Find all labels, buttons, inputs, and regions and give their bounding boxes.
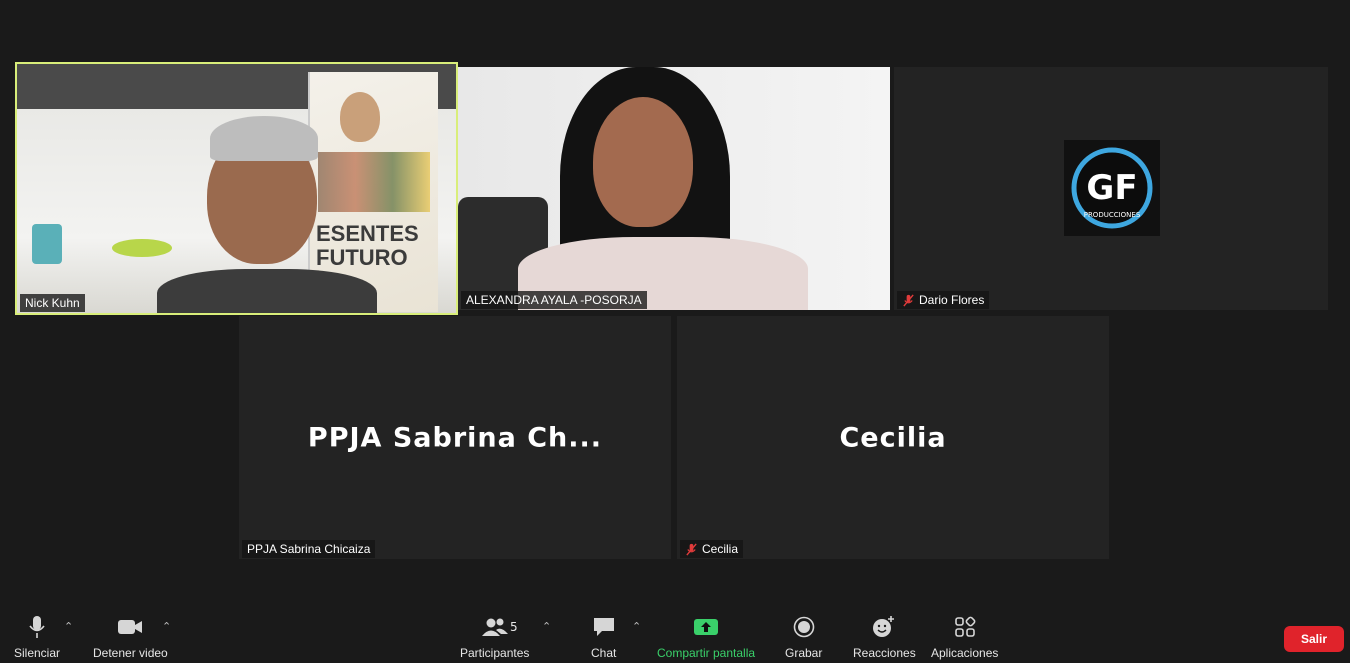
chat-bubble-icon <box>593 618 614 636</box>
share-screen-button[interactable]: Compartir pantalla <box>657 614 755 660</box>
video-options-chevron-icon[interactable]: ⌃ <box>162 620 171 633</box>
participants-count: 5 <box>510 620 518 634</box>
participant-name-tag: Nick Kuhn <box>20 294 85 312</box>
chat-button[interactable]: Chat <box>591 614 616 660</box>
poster-text-2: FUTURO <box>316 245 408 270</box>
mute-label: Silenciar <box>14 646 61 660</box>
participant-name: ALEXANDRA AYALA -POSORJA <box>466 293 642 307</box>
apps-grid-icon <box>954 616 976 637</box>
share-screen-icon <box>694 619 719 635</box>
svg-text:PRODUCCIONES: PRODUCCIONES <box>1084 211 1141 219</box>
reactions-button[interactable]: Reacciones <box>853 614 916 660</box>
participant-name: Cecilia <box>702 542 739 556</box>
svg-text:GF: GF <box>1086 168 1137 208</box>
video-feed <box>458 67 890 310</box>
participant-name-tag: PPJA Sabrina Chicaiza <box>242 540 376 558</box>
meeting-toolbar: Silenciar ⌃ Detener video ⌃ Participante… <box>0 606 1350 663</box>
person-alexandra <box>593 97 693 227</box>
record-label: Grabar <box>785 646 823 660</box>
stop-video-button[interactable]: Detener video <box>93 614 168 660</box>
participants-label: Participantes <box>460 646 530 660</box>
chat-label: Chat <box>591 646 617 660</box>
microphone-icon <box>29 616 45 638</box>
leave-meeting-button[interactable]: Salir <box>1284 626 1344 652</box>
participant-name: Nick Kuhn <box>25 296 80 310</box>
video-tile-cecilia[interactable]: Cecilia Cecilia <box>677 316 1109 559</box>
audio-options-chevron-icon[interactable]: ⌃ <box>64 620 73 633</box>
video-tile-dario-flores[interactable]: GF PRODUCCIONES Dario Flores <box>894 67 1328 310</box>
video-tile-alexandra-ayala[interactable]: ALEXANDRA AYALA -POSORJA <box>458 67 890 310</box>
video-label: Detener video <box>93 646 168 660</box>
participant-name: Dario Flores <box>919 293 985 307</box>
chat-options-chevron-icon[interactable]: ⌃ <box>632 620 641 633</box>
participants-options-chevron-icon[interactable]: ⌃ <box>542 620 551 633</box>
muted-microphone-icon <box>903 293 914 307</box>
apps-label: Aplicaciones <box>931 646 999 660</box>
participant-name-tag: Dario Flores <box>897 291 990 309</box>
participant-name: PPJA Sabrina Chicaiza <box>247 542 371 556</box>
video-tile-sabrina-chicaiza[interactable]: PPJA Sabrina Ch... PPJA Sabrina Chicaiza <box>239 316 671 559</box>
video-feed: ESENTES FUTURO <box>17 64 456 313</box>
mute-button[interactable]: Silenciar <box>14 614 60 660</box>
produccion-logo-icon: GF PRODUCCIONES <box>1071 147 1153 229</box>
participants-icon <box>481 618 508 636</box>
profile-logo: GF PRODUCCIONES <box>1064 140 1160 236</box>
participants-button[interactable]: Participantes <box>460 614 529 660</box>
poster-text-1: ESENTES <box>316 221 419 246</box>
video-tile-nick-kuhn[interactable]: ESENTES FUTURO Nick Kuhn <box>15 62 458 315</box>
video-camera-icon <box>118 620 143 634</box>
share-label: Compartir pantalla <box>657 646 756 660</box>
participant-name-tag: ALEXANDRA AYALA -POSORJA <box>461 291 647 309</box>
participant-display-name: PPJA Sabrina Ch... <box>307 422 603 453</box>
reactions-label: Reacciones <box>853 646 916 660</box>
participant-display-name: Cecilia <box>839 422 947 453</box>
smiley-plus-icon <box>873 616 895 637</box>
participant-name-tag: Cecilia <box>680 540 744 558</box>
apps-button[interactable]: Aplicaciones <box>931 614 998 660</box>
record-icon <box>793 616 814 638</box>
record-button[interactable]: Grabar <box>785 614 822 660</box>
muted-microphone-icon <box>686 542 697 556</box>
